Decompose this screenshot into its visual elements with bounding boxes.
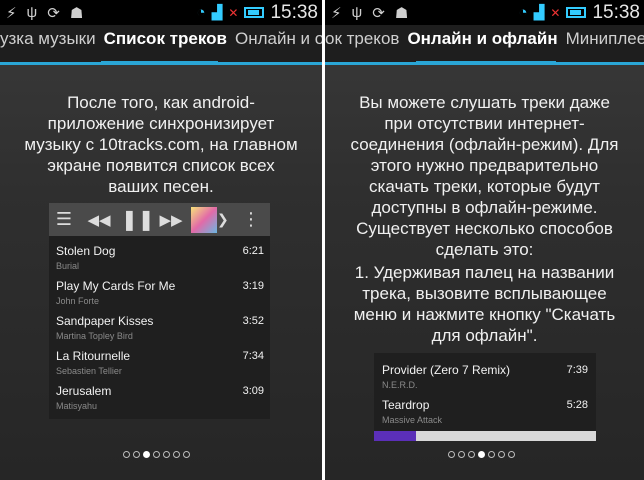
- wifi-icon: ◔: [518, 4, 528, 21]
- clock: 15:38: [592, 1, 640, 23]
- usb-icon: ⚡: [331, 5, 342, 22]
- page-dot-active: [478, 451, 485, 458]
- track-artist: Sebastien Tellier: [56, 366, 122, 376]
- page-dot: [163, 451, 170, 458]
- page-dot: [458, 451, 465, 458]
- usb-icon: ⚡: [6, 5, 17, 22]
- description: После того, как android-приложение синхр…: [24, 93, 298, 196]
- track-artist: Massive Attack: [382, 415, 443, 425]
- player-preview: Provider (Zero 7 Remix) N.E.R.D. 7:39 Te…: [374, 353, 596, 441]
- instruction: 1. Удерживая палец на названии трека, вы…: [353, 263, 616, 345]
- download-progress: [374, 431, 596, 441]
- next-icon[interactable]: ▶▶: [157, 211, 185, 229]
- screen-left: ⚡ ψ ⟳ ☗ ◔ ▟ ✕ 15:38 узка музыки Список тр…: [0, 0, 322, 480]
- track-title: Provider (Zero 7 Remix): [382, 363, 511, 377]
- tab-next[interactable]: Онлайн и оф: [231, 29, 322, 49]
- notification-icons: ⚡ ψ ⟳ ☗: [331, 4, 408, 22]
- pause-icon[interactable]: ❚❚: [121, 207, 155, 232]
- track-row[interactable]: La Ritournelle Sebastien Tellier 7:34: [56, 347, 264, 382]
- track-row[interactable]: Jerusalem Matisyahu 3:09: [56, 382, 264, 417]
- download-progress-fill: [374, 431, 417, 441]
- tab-bar: узка музыкиСписок трековОнлайн и оф: [0, 25, 322, 65]
- tab-bar: ок трековОнлайн и офлайнМиниплеер: [325, 25, 644, 65]
- status-bar: ⚡ ψ ⟳ ☗ ◔ ▟ ✕ 15:38: [325, 0, 644, 25]
- tab-current[interactable]: Онлайн и офлайн: [403, 29, 561, 49]
- track-row[interactable]: Provider (Zero 7 Remix) N.E.R.D. 7:39: [382, 361, 588, 396]
- clock: 15:38: [270, 1, 318, 23]
- battery-icon: [566, 7, 587, 18]
- page-dot: [123, 451, 130, 458]
- tab-indicator: [416, 61, 556, 62]
- notification-icons: ⚡ ψ ⟳ ☗: [6, 4, 83, 22]
- track-duration: 3:52: [242, 315, 264, 327]
- android-icon: ☗: [69, 5, 84, 22]
- page-dot: [488, 451, 495, 458]
- track-title: Sandpaper Kisses: [56, 314, 154, 328]
- track-duration: 7:34: [242, 350, 264, 362]
- track-artist: John Forte: [56, 296, 100, 306]
- track-title: Play My Cards For Me: [56, 279, 176, 293]
- track-list: Stolen Dog Burial 6:21 Play My Cards For…: [49, 236, 270, 417]
- usb-debug-icon: ψ: [351, 4, 363, 21]
- track-row[interactable]: Stolen Dog Burial 6:21: [56, 242, 264, 277]
- menu-icon[interactable]: ☰: [49, 209, 79, 230]
- album-cover[interactable]: [191, 206, 217, 233]
- page-dot: [508, 451, 515, 458]
- track-artist: Burial: [56, 261, 80, 271]
- page-dot: [153, 451, 160, 458]
- track-title: Stolen Dog: [56, 244, 116, 258]
- tab-prev[interactable]: узка музыки: [0, 29, 100, 49]
- description: Вы можете слушать треки даже при отсутст…: [350, 93, 619, 259]
- status-bar: ⚡ ψ ⟳ ☗ ◔ ▟ ✕ 15:38: [0, 0, 322, 25]
- tab-next[interactable]: Миниплеер: [562, 29, 644, 49]
- player-preview: ☰ ◀◀ ❚❚ ▶▶ ❯ ⋮ Stolen Dog Burial 6:21 Pl…: [49, 203, 270, 419]
- page-dot: [468, 451, 475, 458]
- track-duration: 3:19: [242, 280, 264, 292]
- page-dot: [183, 451, 190, 458]
- sync-icon: ⟳: [47, 5, 60, 22]
- page-indicator: [448, 451, 515, 458]
- page-dot: [133, 451, 140, 458]
- signal-icon: ▟: [533, 4, 545, 20]
- page-indicator: [123, 451, 190, 458]
- android-icon: ☗: [394, 5, 409, 22]
- previous-icon[interactable]: ◀◀: [85, 211, 113, 229]
- signal-off-icon: ✕: [550, 5, 561, 20]
- track-list: Provider (Zero 7 Remix) N.E.R.D. 7:39 Te…: [374, 353, 596, 431]
- track-duration: 3:09: [242, 385, 264, 397]
- wifi-icon: ◔: [196, 4, 206, 21]
- signal-off-icon: ✕: [228, 5, 239, 20]
- track-duration: 7:39: [566, 364, 588, 376]
- tab-current[interactable]: Список треков: [100, 29, 231, 49]
- track-row[interactable]: Play My Cards For Me John Forte 3:19: [56, 277, 264, 312]
- track-artist: Matisyahu: [56, 401, 98, 411]
- page-dot: [448, 451, 455, 458]
- track-row[interactable]: Teardrop Massive Attack 5:28: [382, 396, 588, 431]
- track-artist: N.E.R.D.: [382, 380, 418, 390]
- more-icon[interactable]: ⋮: [242, 209, 260, 230]
- player-controls: ☰ ◀◀ ❚❚ ▶▶ ❯ ⋮: [49, 203, 270, 236]
- track-duration: 5:28: [566, 399, 588, 411]
- screen-right: ⚡ ψ ⟳ ☗ ◔ ▟ ✕ 15:38 ок треков Онлайн и оф…: [325, 0, 644, 480]
- page-dot-active: [143, 451, 150, 458]
- battery-icon: [244, 7, 265, 18]
- sync-icon: ⟳: [372, 5, 385, 22]
- track-title: Teardrop: [382, 398, 430, 412]
- track-title: La Ritournelle: [56, 349, 131, 363]
- track-artist: Martina Topley Bird: [56, 331, 133, 341]
- track-title: Jerusalem: [56, 384, 112, 398]
- usb-debug-icon: ψ: [26, 4, 38, 21]
- page-dot: [498, 451, 505, 458]
- chevron-right-icon: ❯: [217, 211, 229, 227]
- page-dot: [173, 451, 180, 458]
- tab-prev[interactable]: ок треков: [325, 29, 403, 49]
- track-duration: 6:21: [242, 245, 264, 257]
- signal-icon: ▟: [211, 4, 223, 20]
- track-row[interactable]: Sandpaper Kisses Martina Topley Bird 3:5…: [56, 312, 264, 347]
- tab-indicator: [101, 61, 218, 62]
